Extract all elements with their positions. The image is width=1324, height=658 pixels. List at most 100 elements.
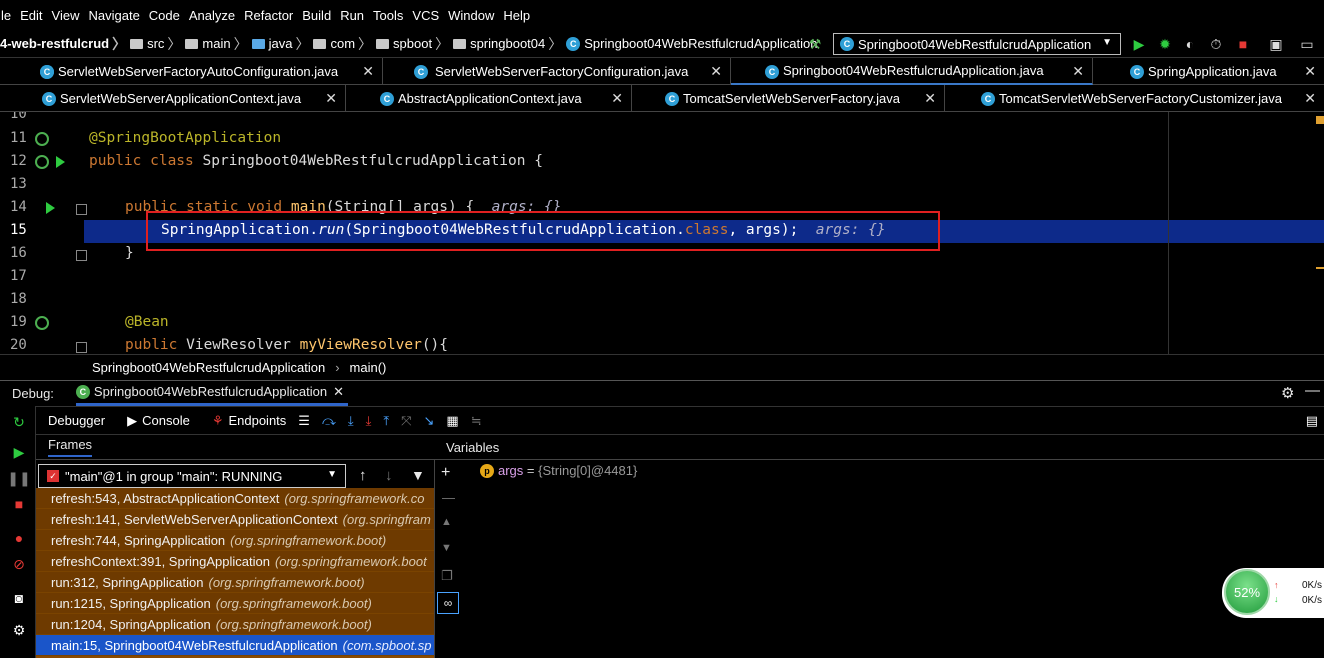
run-icon[interactable]: ▶ (1130, 35, 1148, 53)
stop-icon[interactable]: ■ (11, 496, 27, 512)
resume-icon[interactable]: ▶ (11, 444, 27, 460)
close-icon[interactable]: ✕ (325, 90, 337, 107)
show-execution-point-icon[interactable]: ⤼ (322, 413, 336, 429)
run-to-cursor-icon[interactable]: ↘ (424, 413, 435, 429)
stop-icon[interactable]: ■ (1234, 35, 1252, 53)
frame-row[interactable]: run:1215, SpringApplication (org.springfr… (36, 593, 434, 614)
fold-icon[interactable] (76, 250, 87, 261)
frame-row[interactable]: refresh:141, ServletWebServerApplication… (36, 509, 434, 530)
run-gutter-icon[interactable] (46, 202, 55, 214)
copy-icon[interactable]: ❐ (441, 568, 453, 584)
evaluate-expression-icon[interactable]: ▦ (446, 413, 458, 429)
restore-layout-icon[interactable]: ▤ (1306, 413, 1318, 429)
camera-icon[interactable]: ◙ (11, 590, 27, 606)
fold-icon[interactable] (76, 204, 87, 215)
menu-analyze[interactable]: Analyze (189, 8, 235, 23)
spring-bean-gutter-icon[interactable] (35, 132, 49, 146)
tab-console[interactable]: ▶ Console (127, 413, 190, 429)
menu-refactor[interactable]: Refactor (244, 8, 293, 23)
view-breakpoints-icon[interactable]: ● (11, 530, 27, 546)
filter-icon[interactable]: ▼ (411, 467, 425, 483)
move-down-icon[interactable]: ▼ (441, 542, 452, 554)
watches-glasses-icon[interactable]: ∞ (437, 592, 459, 614)
frame-row[interactable]: run:1204, SpringApplication (org.springfr… (36, 614, 434, 635)
build-hammer-icon[interactable]: ⚒ (806, 35, 824, 53)
step-into-icon[interactable]: ⤓ (366, 413, 372, 429)
project-structure-icon[interactable]: ▣ (1267, 35, 1285, 53)
run-gutter-icon[interactable] (56, 156, 65, 168)
frame-row[interactable]: refreshContext:391, SpringApplication (or… (36, 551, 434, 572)
debug-icon[interactable]: ✹ (1156, 35, 1174, 53)
step-over-icon[interactable]: ⤓ (348, 413, 354, 429)
menu-vcs[interactable]: VCS (412, 8, 439, 23)
close-icon[interactable]: ✕ (1304, 63, 1316, 80)
spring-bean-gutter-icon[interactable] (35, 155, 49, 169)
menu-help[interactable]: Help (503, 8, 530, 23)
menu-lines-icon[interactable]: ☰ (298, 413, 310, 429)
close-icon[interactable]: ✕ (1072, 63, 1084, 80)
tab-servlet-autoconfig[interactable]: C ServletWebServerFactoryAutoConfigurati… (0, 58, 383, 85)
next-frame-icon[interactable]: ↓ (385, 467, 393, 484)
debug-session-tab[interactable]: C Springboot04WebRestfulcrudApplication … (75, 381, 349, 406)
frame-row[interactable]: refresh:744, SpringApplication (org.sprin… (36, 530, 434, 551)
menu-edit[interactable]: Edit (20, 8, 42, 23)
breadcrumb-src[interactable]: src 〉 (130, 34, 185, 54)
menu-file[interactable]: le (1, 8, 11, 23)
frame-row-selected[interactable]: main:15, Springboot04WebRestfulcrudAppli… (36, 635, 434, 656)
remove-watch-icon[interactable]: — (442, 490, 455, 505)
fold-icon[interactable] (76, 342, 87, 353)
terminal-icon[interactable]: ▭ (1298, 35, 1316, 53)
mute-breakpoints-icon[interactable]: ⊘ (11, 556, 27, 572)
frames-list[interactable]: refresh:543, AbstractApplicationContext(… (36, 488, 434, 658)
profile-icon[interactable]: ⏱ (1207, 35, 1225, 53)
menu-build[interactable]: Build (302, 8, 331, 23)
menu-window[interactable]: Window (448, 8, 494, 23)
console-icon: ▶ (127, 412, 138, 428)
tab-tomcat-customizer[interactable]: TomcatServletWebServerFactoryCustomizer.… (945, 85, 1324, 112)
menu-code[interactable]: Code (149, 8, 180, 23)
add-watch-icon[interactable]: + (441, 464, 450, 482)
breadcrumb-spboot[interactable]: spboot 〉 (376, 34, 453, 54)
breadcrumb-main[interactable]: main 〉 (185, 34, 251, 54)
close-icon[interactable]: ✕ (333, 384, 344, 400)
menu-view[interactable]: View (52, 8, 80, 23)
code-editor[interactable]: 10 11 12 13 14 15 16 17 18 19 20 @Spring… (0, 112, 1324, 354)
pause-icon[interactable]: ❚❚ (7, 470, 30, 486)
step-out-icon[interactable]: ⤒ (383, 413, 389, 429)
close-icon[interactable]: ✕ (710, 63, 722, 80)
settings-icon[interactable]: ⚙ (11, 622, 27, 638)
menu-tools[interactable]: Tools (373, 8, 403, 23)
variable-row-args[interactable]: p args = {String[0]@4481} (480, 463, 637, 478)
breadcrumb-java[interactable]: java 〉 (251, 34, 314, 54)
tab-servlet-config[interactable]: C ServletWebServerFactoryConfiguration.j… (383, 58, 811, 85)
tab-spring-application[interactable]: SpringApplication.java ✕ (1093, 58, 1324, 85)
breadcrumb-springboot04[interactable]: springboot04 〉 (453, 34, 566, 54)
gear-icon[interactable]: ⚙ (1281, 384, 1294, 402)
move-up-icon[interactable]: ▲ (441, 516, 452, 528)
frame-row[interactable]: refresh:543, AbstractApplicationContext(… (36, 488, 434, 509)
previous-frame-icon[interactable]: ↑ (359, 467, 367, 484)
close-icon[interactable]: ✕ (362, 63, 374, 80)
thread-selector[interactable]: ✓ "main"@1 in group "main": RUNNING ▼ (38, 464, 346, 488)
breadcrumb-method[interactable]: main() (350, 360, 387, 375)
breadcrumb-project[interactable]: 4-web-restfulcrud 〉 (0, 34, 130, 54)
breadcrumb-class[interactable]: Springboot04WebRestfulcrudApplication (92, 360, 325, 375)
rerun-icon[interactable]: ↻ (11, 414, 27, 430)
menu-run[interactable]: Run (340, 8, 364, 23)
run-configuration-select[interactable]: C Springboot04WebRestfulcrudApplication … (833, 33, 1121, 55)
frame-row[interactable]: run:312, SpringApplication (org.springfra… (36, 572, 434, 593)
coverage-icon[interactable]: ◐ (1181, 35, 1199, 53)
trace-icon[interactable]: ≒ (471, 413, 482, 429)
drop-frame-icon[interactable]: ⤧ (401, 413, 411, 429)
breadcrumb-file[interactable]: C Springboot04WebRestfulcrudApplication (566, 36, 817, 51)
close-icon[interactable]: ✕ (924, 90, 936, 107)
close-icon[interactable]: ✕ (611, 90, 623, 107)
menu-navigate[interactable]: Navigate (88, 8, 139, 23)
spring-bean-gutter-icon[interactable] (35, 316, 49, 330)
close-icon[interactable]: ✕ (1304, 90, 1316, 107)
minimize-icon[interactable]: — (1305, 382, 1320, 399)
breadcrumb-com[interactable]: com 〉 (313, 34, 376, 54)
tab-debugger[interactable]: Debugger (48, 413, 105, 428)
tab-application-active[interactable]: Springboot04WebRestfulcrudApplication.ja… (731, 58, 1093, 85)
tab-endpoints[interactable]: ⚘ Endpoints (212, 413, 286, 429)
